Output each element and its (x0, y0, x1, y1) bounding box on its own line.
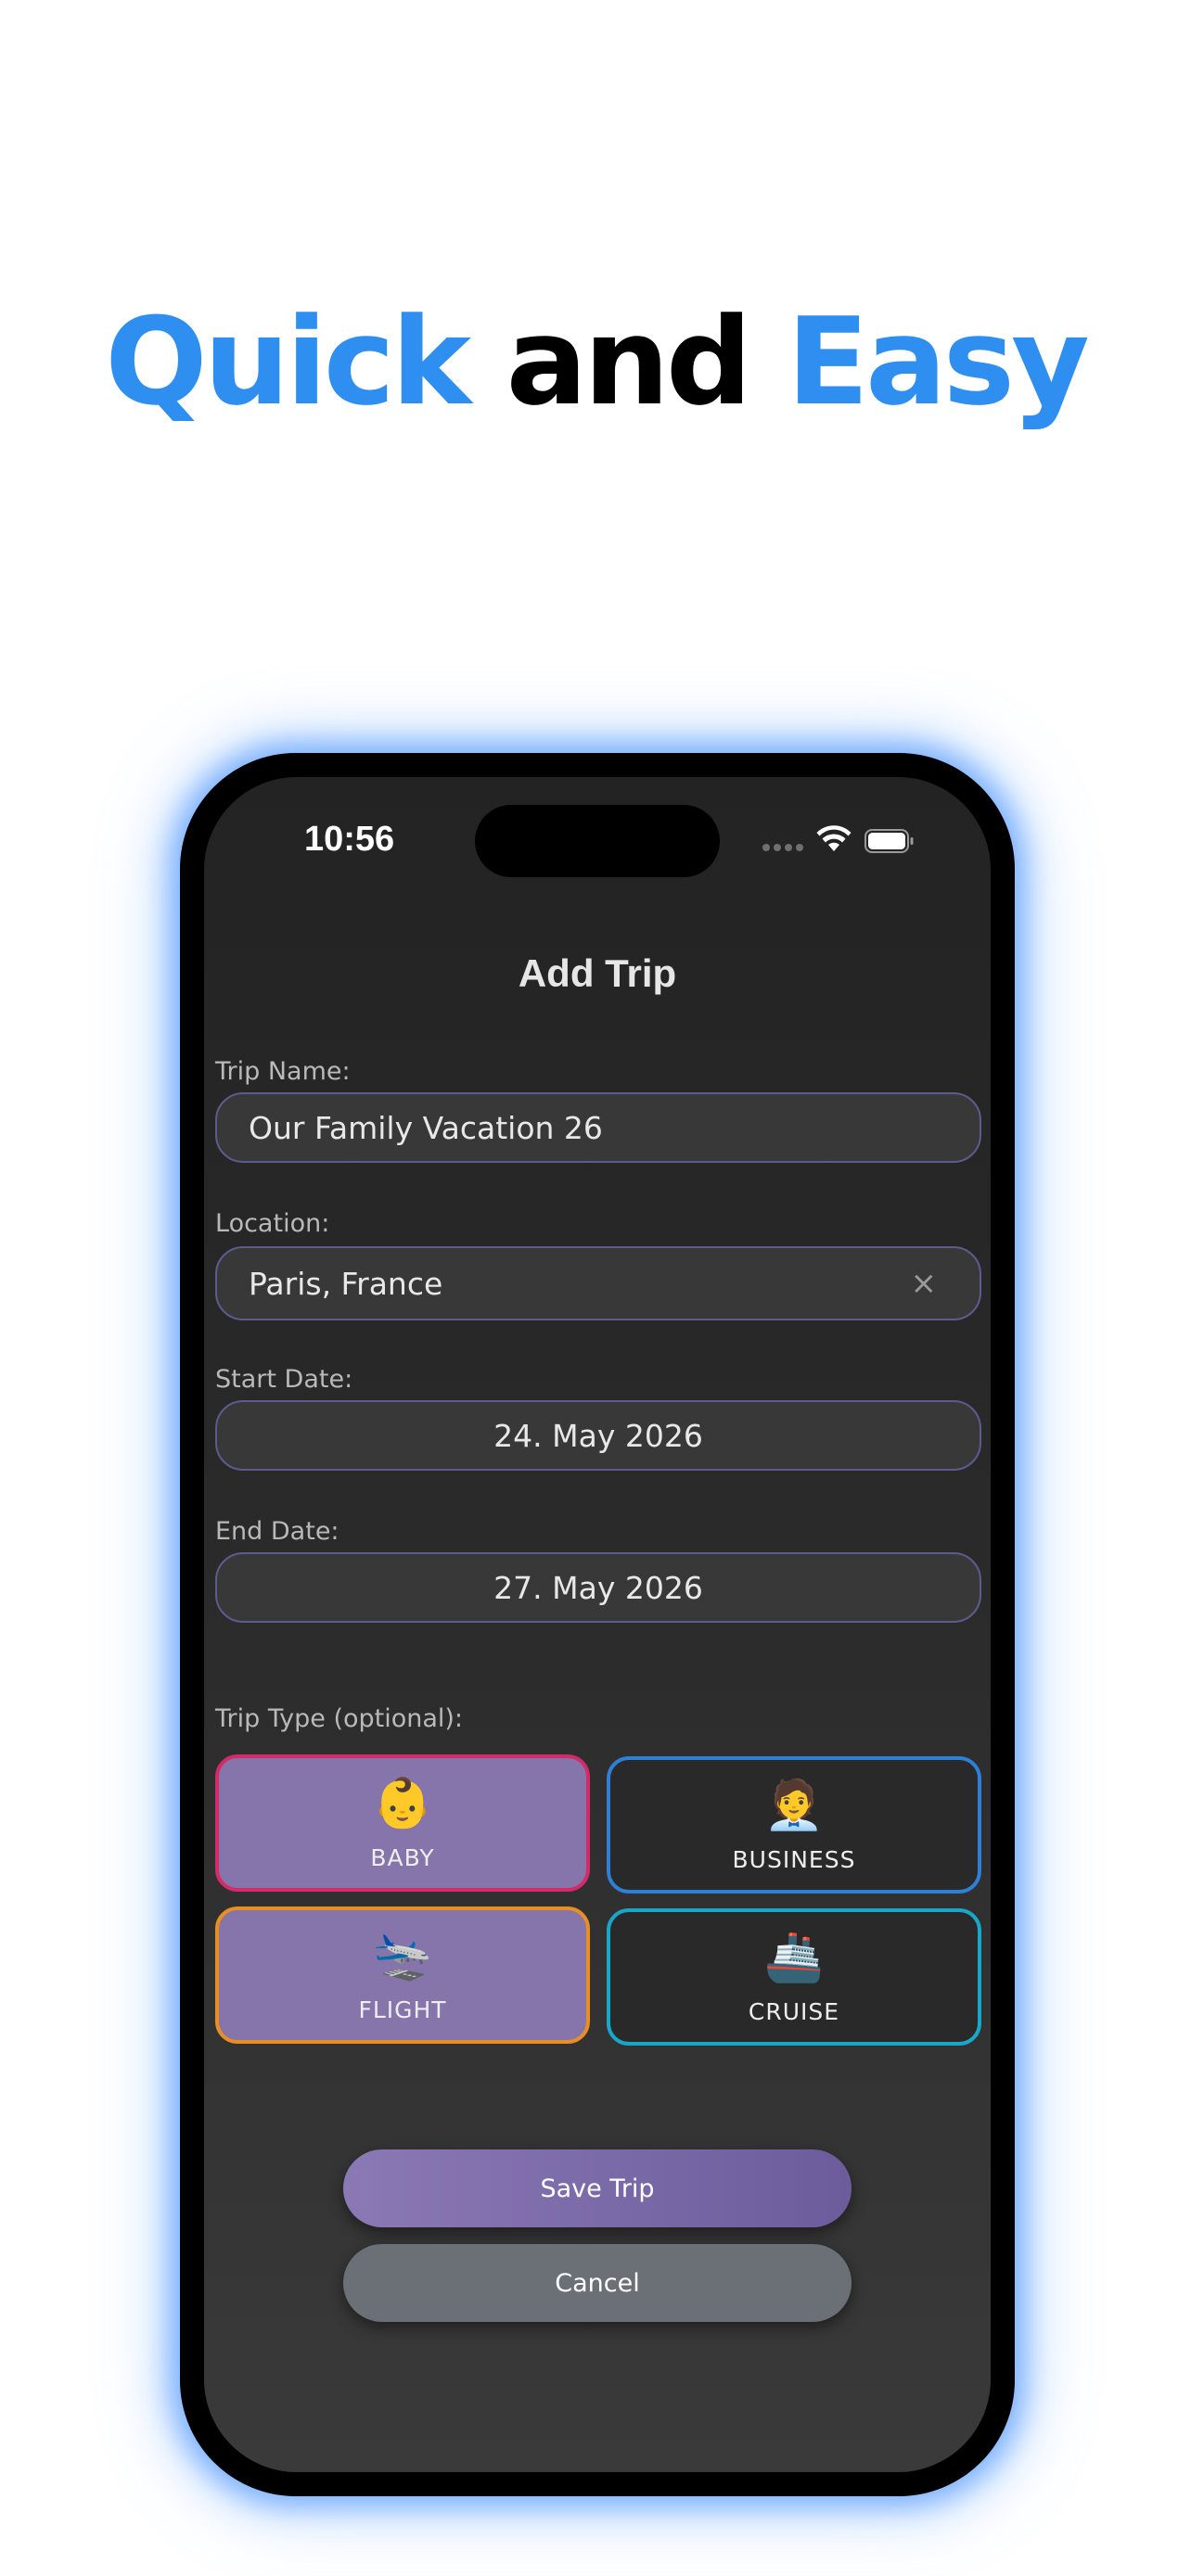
trip-name-input[interactable]: Our Family Vacation 26 (215, 1092, 981, 1163)
location-value: Paris, France (249, 1265, 443, 1302)
ship-icon: 🚢 (763, 1929, 825, 1985)
trip-name-value: Our Family Vacation 26 (249, 1109, 603, 1146)
baby-icon: 👶 (372, 1775, 433, 1831)
start-date-value: 24. May 2026 (493, 1417, 703, 1454)
location-label: Location: (215, 1209, 330, 1238)
cellular-signal-icon (762, 844, 803, 851)
trip-name-label: Trip Name: (215, 1057, 351, 1086)
end-date-picker[interactable]: 27. May 2026 (215, 1552, 981, 1623)
start-date-picker[interactable]: 24. May 2026 (215, 1400, 981, 1471)
headline-word-and: and (506, 291, 752, 432)
cancel-button[interactable]: Cancel (343, 2244, 852, 2322)
end-date-value: 27. May 2026 (493, 1569, 703, 1606)
phone-frame: 10:56 Add Trip Trip Name: Our Family Vac… (180, 753, 1015, 2496)
trip-type-label: Trip Type (optional): (215, 1704, 464, 1733)
start-date-label: Start Date: (215, 1365, 353, 1394)
trip-type-label-baby: BABY (370, 1843, 435, 1871)
headline-word-quick: Quick (105, 291, 471, 432)
wifi-icon (816, 825, 852, 851)
trip-type-label-flight: FLIGHT (358, 1996, 447, 2023)
status-time: 10:56 (304, 820, 395, 859)
marketing-headline: Quick and Easy (0, 287, 1191, 436)
clear-location-close-icon[interactable]: × (911, 1265, 938, 1302)
end-date-label: End Date: (215, 1517, 339, 1546)
airplane-icon: 🛬 (372, 1927, 433, 1983)
trip-type-baby[interactable]: 👶 BABY (215, 1754, 590, 1892)
phone-screen: 10:56 Add Trip Trip Name: Our Family Vac… (204, 777, 991, 2472)
businessperson-icon: 🧑‍💼 (763, 1777, 825, 1833)
headline-word-easy: Easy (787, 291, 1090, 432)
page-title: Add Trip (518, 951, 677, 995)
trip-type-cruise[interactable]: 🚢 CRUISE (607, 1908, 981, 2046)
battery-icon (864, 829, 914, 853)
trip-type-flight[interactable]: 🛬 FLIGHT (215, 1906, 590, 2044)
trip-type-label-business: BUSINESS (732, 1845, 856, 1873)
location-input[interactable]: Paris, France × (215, 1246, 981, 1320)
dynamic-island (475, 805, 720, 877)
trip-type-label-cruise: CRUISE (748, 1997, 840, 2025)
save-trip-button[interactable]: Save Trip (343, 2149, 852, 2227)
trip-type-business[interactable]: 🧑‍💼 BUSINESS (607, 1756, 981, 1894)
